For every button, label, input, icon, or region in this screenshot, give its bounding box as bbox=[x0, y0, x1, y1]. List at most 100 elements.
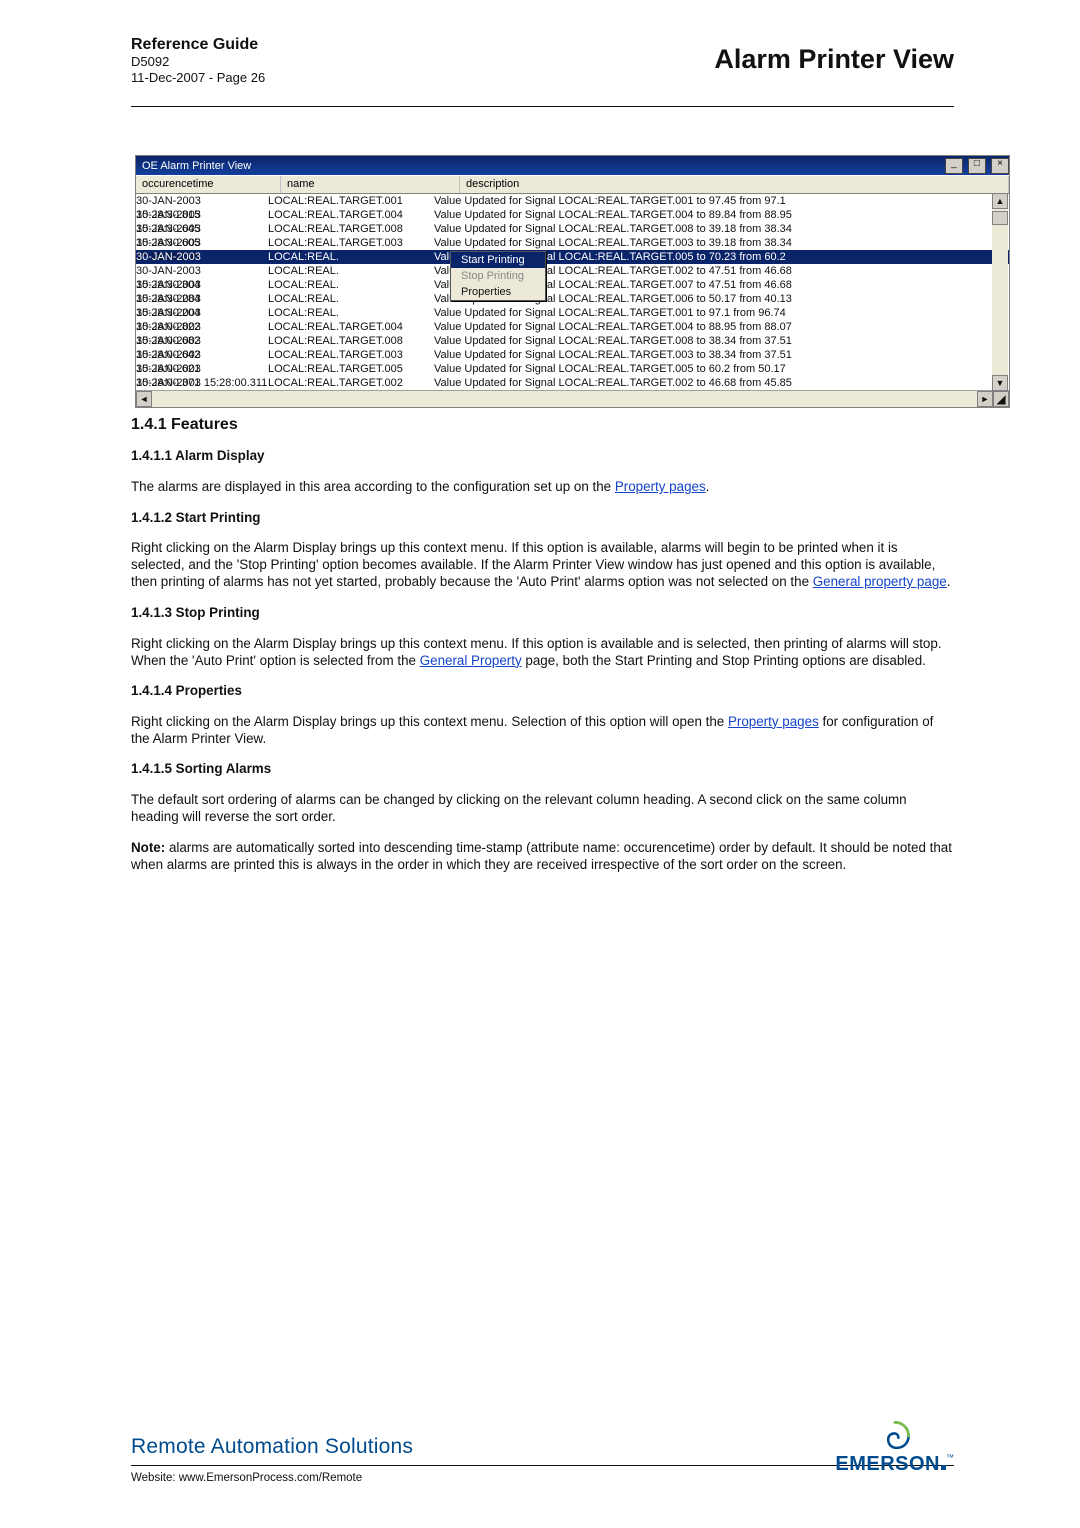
page-footer: EMERSON ™ Remote Automation Solutions Web… bbox=[131, 1435, 954, 1484]
table-row[interactable]: 30-JAN-2003 15:28:00.311LOCAL:REAL.TARGE… bbox=[136, 376, 1009, 390]
ras-title: Remote Automation Solutions bbox=[131, 1435, 954, 1459]
cell-time: 30-JAN-2003 15:28:30.645 bbox=[136, 208, 268, 222]
text: . bbox=[706, 479, 710, 494]
cell-name: LOCAL:REAL.TARGET.008 bbox=[268, 334, 434, 348]
menu-properties[interactable]: Properties bbox=[451, 284, 545, 300]
table-row[interactable]: 30-JAN-2003 15:28:30.815LOCAL:REAL.TARGE… bbox=[136, 194, 1009, 208]
column-name[interactable]: name bbox=[281, 176, 460, 193]
para-alarm-display: The alarms are displayed in this area ac… bbox=[131, 478, 954, 495]
cell-time: 30-JAN-2003 15:28:00.371 bbox=[136, 362, 268, 376]
vertical-scrollbar[interactable]: ▲ ▼ bbox=[992, 193, 1008, 391]
cell-name: LOCAL:REAL. bbox=[268, 292, 434, 306]
heading-sorting-alarms: 1.4.1.5 Sorting Alarms bbox=[131, 760, 954, 777]
cell-desc: Value Updated for Signal LOCAL:REAL.TARG… bbox=[434, 320, 1009, 334]
footer-divider bbox=[131, 1465, 954, 1466]
para-start-printing: Right clicking on the Alarm Display brin… bbox=[131, 539, 954, 590]
cell-name: LOCAL:REAL. bbox=[268, 306, 434, 320]
cell-time: 30-JAN-2003 15:28:30.304 bbox=[136, 264, 268, 278]
note-label: Note: bbox=[131, 840, 165, 855]
heading-start-printing: 1.4.1.2 Start Printing bbox=[131, 509, 954, 526]
column-headers: occurencetime name description bbox=[136, 175, 1009, 194]
column-occurencetime[interactable]: occurencetime bbox=[136, 176, 281, 193]
cell-name: LOCAL:REAL. bbox=[268, 278, 434, 292]
scroll-down-icon[interactable]: ▼ bbox=[992, 375, 1008, 391]
para-stop-printing: Right clicking on the Alarm Display brin… bbox=[131, 635, 954, 669]
scroll-thumb[interactable] bbox=[992, 211, 1008, 225]
alarm-rows[interactable]: 30-JAN-2003 15:28:30.815LOCAL:REAL.TARGE… bbox=[136, 194, 1009, 390]
text: page, both the Start Printing and Stop P… bbox=[522, 653, 926, 668]
cell-time: 30-JAN-2003 15:28:00.642 bbox=[136, 334, 268, 348]
page-header: Reference Guide D5092 11-Dec-2007 - Page… bbox=[131, 36, 954, 85]
context-menu: Start Printing Stop Printing Properties bbox=[450, 251, 546, 301]
doc-section-title: Alarm Printer View bbox=[714, 44, 954, 75]
maximize-button[interactable]: □ bbox=[968, 158, 986, 174]
cell-desc: Value Updated for Signal LOCAL:REAL.TARG… bbox=[434, 236, 1009, 250]
table-row[interactable]: 30-JAN-2003 15:28:30.304LOCAL:REAL.Value… bbox=[136, 264, 1009, 278]
text: Right clicking on the Alarm Display brin… bbox=[131, 714, 728, 729]
cell-time: 30-JAN-2003 15:28:00.621 bbox=[136, 348, 268, 362]
cell-name: LOCAL:REAL. bbox=[268, 264, 434, 278]
close-button[interactable]: × bbox=[991, 158, 1009, 174]
note-body: alarms are automatically sorted into des… bbox=[131, 840, 952, 872]
emerson-logo: EMERSON ™ bbox=[835, 1419, 954, 1476]
link-property-pages[interactable]: Property pages bbox=[615, 479, 706, 494]
cell-time: 30-JAN-2003 15:28:30.815 bbox=[136, 194, 268, 208]
note-paragraph: Note: alarms are automatically sorted in… bbox=[131, 839, 954, 873]
menu-start-printing[interactable]: Start Printing bbox=[451, 252, 545, 268]
cell-name: LOCAL:REAL. bbox=[268, 250, 434, 264]
cell-desc: Value Updated for Signal LOCAL:REAL.TARG… bbox=[434, 208, 1009, 222]
column-description[interactable]: description bbox=[460, 176, 1009, 193]
header-divider bbox=[131, 106, 954, 107]
scroll-right-icon[interactable]: ► bbox=[977, 391, 993, 407]
heading-alarm-display: 1.4.1.1 Alarm Display bbox=[131, 447, 954, 464]
cell-name: LOCAL:REAL.TARGET.005 bbox=[268, 362, 434, 376]
cell-desc: Value Updated for Signal LOCAL:REAL.TARG… bbox=[434, 306, 1009, 320]
website-line: Website: www.EmersonProcess.com/Remote bbox=[131, 1472, 954, 1484]
cell-time: 30-JAN-2003 15:28:00.311 bbox=[136, 376, 268, 390]
link-general-property[interactable]: General Property bbox=[420, 653, 522, 668]
minimize-button[interactable]: _ bbox=[945, 158, 963, 174]
table-row[interactable]: 30-JAN-2003 15:28:30.354LOCAL:REAL.Value… bbox=[136, 250, 1009, 264]
scroll-up-icon[interactable]: ▲ bbox=[992, 193, 1008, 209]
cell-name: LOCAL:REAL.TARGET.003 bbox=[268, 236, 434, 250]
para-sorting-alarms: The default sort ordering of alarms can … bbox=[131, 791, 954, 825]
alarm-printer-window: OE Alarm Printer View _ □ × occurencetim… bbox=[135, 155, 1010, 408]
table-row[interactable]: 30-JAN-2003 15:28:00.682LOCAL:REAL.TARGE… bbox=[136, 320, 1009, 334]
cell-desc: Value Updated for Signal LOCAL:REAL.TARG… bbox=[434, 222, 1009, 236]
table-row[interactable]: 30-JAN-2003 15:28:30.595LOCAL:REAL.TARGE… bbox=[136, 236, 1009, 250]
heading-stop-printing: 1.4.1.3 Stop Printing bbox=[131, 604, 954, 621]
table-row[interactable]: 30-JAN-2003 15:28:00.642LOCAL:REAL.TARGE… bbox=[136, 334, 1009, 348]
body-content: 1.4.1 Features 1.4.1.1 Alarm Display The… bbox=[131, 403, 954, 886]
cell-time: 30-JAN-2003 15:28:30.204 bbox=[136, 292, 268, 306]
cell-desc: Value Updated for Signal LOCAL:REAL.TARG… bbox=[434, 348, 1009, 362]
cell-time: 30-JAN-2003 15:28:30.595 bbox=[136, 236, 268, 250]
table-row[interactable]: 30-JAN-2003 15:28:30.645LOCAL:REAL.TARGE… bbox=[136, 208, 1009, 222]
cell-time: 30-JAN-2003 15:28:00.682 bbox=[136, 320, 268, 334]
cell-name: LOCAL:REAL.TARGET.001 bbox=[268, 194, 434, 208]
para-properties: Right clicking on the Alarm Display brin… bbox=[131, 713, 954, 747]
emerson-text: EMERSON bbox=[835, 1453, 940, 1475]
table-row[interactable]: 30-JAN-2003 15:28:00.371LOCAL:REAL.TARGE… bbox=[136, 362, 1009, 376]
window-buttons: _ □ × bbox=[943, 157, 1009, 174]
table-row[interactable]: 30-JAN-2003 15:28:30.284LOCAL:REAL.Value… bbox=[136, 278, 1009, 292]
table-row[interactable]: 30-JAN-2003 15:28:00.822LOCAL:REAL.Value… bbox=[136, 306, 1009, 320]
link-property-pages-2[interactable]: Property pages bbox=[728, 714, 819, 729]
cell-desc: Value Updated for Signal LOCAL:REAL.TARG… bbox=[434, 334, 1009, 348]
table-row[interactable]: 30-JAN-2003 15:28:30.605LOCAL:REAL.TARGE… bbox=[136, 222, 1009, 236]
cell-name: LOCAL:REAL.TARGET.004 bbox=[268, 208, 434, 222]
text: The alarms are displayed in this area ac… bbox=[131, 479, 615, 494]
heading-properties: 1.4.1.4 Properties bbox=[131, 682, 954, 699]
tm-icon: ™ bbox=[946, 1453, 954, 1462]
table-row[interactable]: 30-JAN-2003 15:28:30.204LOCAL:REAL.Value… bbox=[136, 292, 1009, 306]
cell-desc: Value Updated for Signal LOCAL:REAL.TARG… bbox=[434, 362, 1009, 376]
text: . bbox=[947, 574, 951, 589]
dot-icon bbox=[941, 1465, 946, 1470]
window-titlebar[interactable]: OE Alarm Printer View _ □ × bbox=[136, 156, 1009, 175]
link-general-property-page[interactable]: General property page bbox=[813, 574, 947, 589]
resize-grip-icon[interactable]: ◢ bbox=[993, 391, 1009, 407]
cell-time: 30-JAN-2003 15:28:30.354 bbox=[136, 250, 268, 264]
menu-stop-printing[interactable]: Stop Printing bbox=[451, 268, 545, 284]
table-row[interactable]: 30-JAN-2003 15:28:00.621LOCAL:REAL.TARGE… bbox=[136, 348, 1009, 362]
cell-name: LOCAL:REAL.TARGET.008 bbox=[268, 222, 434, 236]
cell-name: LOCAL:REAL.TARGET.004 bbox=[268, 320, 434, 334]
